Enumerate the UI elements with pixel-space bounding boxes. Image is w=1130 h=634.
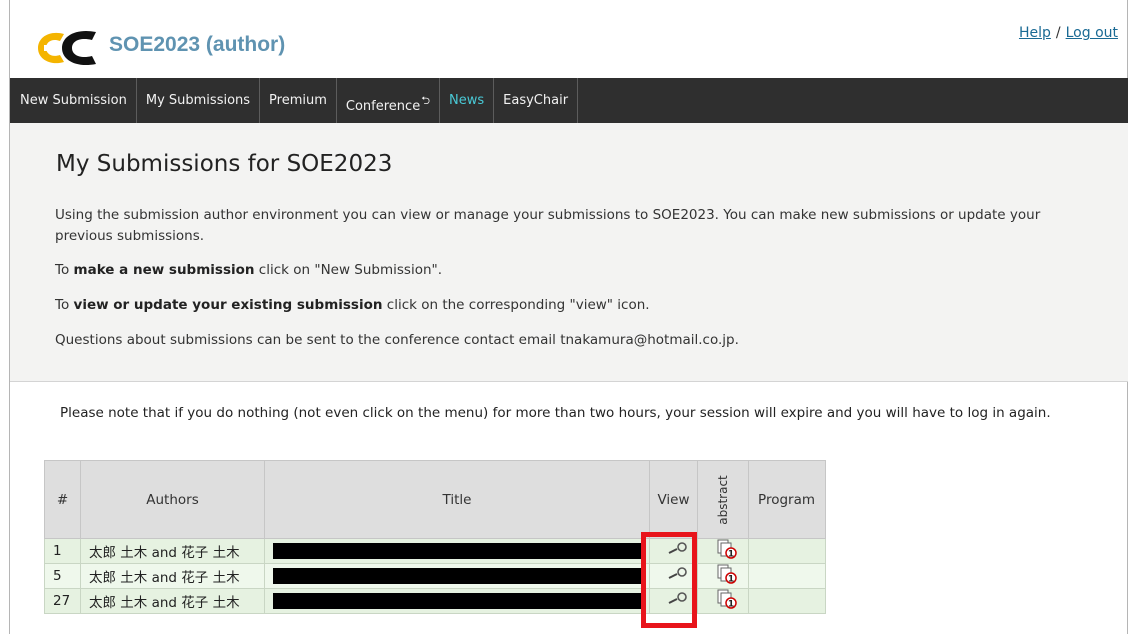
easychair-logo xyxy=(38,30,96,66)
menu-premium[interactable]: Premium xyxy=(260,78,337,123)
logout-link[interactable]: Log out xyxy=(1066,25,1118,41)
table-header-row: # Authors Title View abstract Program xyxy=(44,460,826,539)
svg-text:1: 1 xyxy=(728,575,734,585)
table-row: 27 太郎 土木 and 花子 土木 1 xyxy=(44,588,826,614)
table-row: 5 太郎 土木 and 花子 土木 1 xyxy=(44,563,826,589)
row-view-cell xyxy=(649,563,698,589)
menu-conference[interactable]: Conference⮌ xyxy=(337,78,441,123)
hint-bold: view or update your existing submission xyxy=(73,297,383,313)
header-num: # xyxy=(44,460,81,539)
session-notice: Please note that if you do nothing (not … xyxy=(60,405,1051,421)
new-submission-hint: To make a new submission click on "New S… xyxy=(55,260,1055,281)
dropdown-return-icon: ⮌ xyxy=(421,94,431,107)
app-title: SOE2023 (author) xyxy=(109,33,286,56)
page-title: My Submissions for SOE2023 xyxy=(56,151,393,177)
info-panel: My Submissions for SOE2023 Using the sub… xyxy=(10,123,1128,382)
svg-text:1: 1 xyxy=(728,550,734,560)
row-title xyxy=(264,563,650,589)
row-program xyxy=(747,538,826,564)
menu-easychair[interactable]: EasyChair xyxy=(494,78,579,123)
header-abstract: abstract xyxy=(697,460,749,539)
magnifier-icon[interactable] xyxy=(666,592,690,610)
contact-text: Questions about submissions can be sent … xyxy=(55,332,739,348)
magnifier-icon[interactable] xyxy=(666,567,690,585)
row-view-cell xyxy=(649,538,698,564)
row-authors: 太郎 土木 and 花子 土木 xyxy=(80,538,265,564)
header-authors: Authors xyxy=(80,460,265,539)
row-view-cell xyxy=(649,588,698,614)
row-program xyxy=(747,563,826,589)
row-num: 5 xyxy=(44,563,81,589)
submissions-table: # Authors Title View abstract Program 1 … xyxy=(44,460,826,614)
header-title: Title xyxy=(264,460,650,539)
redacted-title xyxy=(273,568,643,584)
header-program: Program xyxy=(747,460,826,539)
row-num: 1 xyxy=(44,538,81,564)
help-link[interactable]: Help xyxy=(1019,25,1051,41)
row-authors: 太郎 土木 and 花子 土木 xyxy=(80,588,265,614)
menu-new-submission[interactable]: New Submission xyxy=(10,78,137,123)
hint-prefix: To xyxy=(55,297,74,313)
abstract-document-icon[interactable]: 1 xyxy=(716,539,738,563)
table-row: 1 太郎 土木 and 花子 土木 1 xyxy=(44,538,826,564)
svg-text:1: 1 xyxy=(728,600,734,610)
header-abstract-label: abstract xyxy=(715,474,730,525)
row-title xyxy=(264,588,650,614)
link-separator: / xyxy=(1055,25,1061,41)
magnifier-icon[interactable] xyxy=(666,542,690,560)
abstract-document-icon[interactable]: 1 xyxy=(716,589,738,613)
hint-prefix: To xyxy=(55,262,74,278)
main-menu: New Submission My Submissions Premium Co… xyxy=(10,78,1128,123)
row-abstract-cell: 1 xyxy=(697,588,749,614)
update-submission-hint: To view or update your existing submissi… xyxy=(55,295,1055,316)
menu-news[interactable]: News xyxy=(440,78,495,123)
hint-suffix: click on "New Submission". xyxy=(254,262,443,278)
header-view: View xyxy=(649,460,698,539)
hint-suffix: click on the corresponding "view" icon. xyxy=(382,297,650,313)
hint-bold: make a new submission xyxy=(73,262,255,278)
menu-conference-label: Conference xyxy=(345,99,421,114)
row-abstract-cell: 1 xyxy=(697,563,749,589)
abstract-document-icon[interactable]: 1 xyxy=(716,564,738,588)
row-title xyxy=(264,538,650,564)
row-program xyxy=(747,588,826,614)
row-authors: 太郎 土木 and 花子 土木 xyxy=(80,563,265,589)
menu-my-submissions[interactable]: My Submissions xyxy=(137,78,261,123)
row-abstract-cell: 1 xyxy=(697,538,749,564)
row-num: 27 xyxy=(44,588,81,614)
top-links: Help / Log out xyxy=(1019,25,1118,41)
redacted-title xyxy=(273,593,643,609)
redacted-title xyxy=(273,543,643,559)
intro-text: Using the submission author environment … xyxy=(55,207,1041,244)
